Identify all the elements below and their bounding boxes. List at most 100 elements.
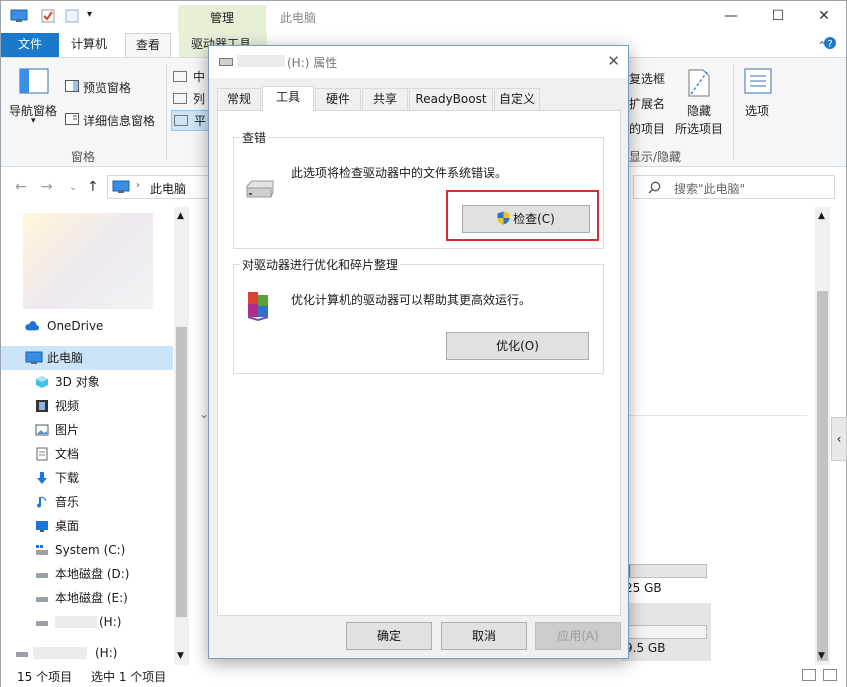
file-extensions-toggle[interactable]: 扩展名: [629, 95, 665, 112]
dialog-title: (H:) 属性: [287, 56, 338, 70]
nav-pane-dropdown-icon[interactable]: ▾: [31, 116, 36, 126]
qat-dropdown-icon[interactable]: ▾: [87, 9, 92, 23]
help-icon[interactable]: ?: [823, 35, 837, 59]
svg-text:?: ?: [827, 39, 832, 50]
details-view-icon[interactable]: [802, 669, 816, 681]
show-hide-group-label: 显示/隐藏: [629, 150, 682, 164]
nav-item-music[interactable]: 音乐: [1, 490, 173, 514]
layout-item-list[interactable]: 列: [173, 90, 205, 107]
hidden-items-toggle[interactable]: 的项目: [629, 120, 665, 137]
nav-item-documents[interactable]: 文档: [1, 442, 173, 466]
options-button[interactable]: 选项: [745, 102, 769, 119]
optimize-button[interactable]: 优化(O): [446, 332, 589, 360]
nav-pane-scrollbar[interactable]: ▲ ▼: [174, 207, 189, 665]
maximize-button[interactable]: ☐: [763, 5, 793, 27]
nav-item-label: 桌面: [55, 519, 80, 533]
nav-item-label: OneDrive: [47, 319, 104, 333]
tab-readyboost[interactable]: ReadyBoost: [409, 88, 493, 110]
selected-drive-tile[interactable]: 9.5 GB: [621, 603, 711, 661]
nav-item-local-disk-e[interactable]: 本地磁盘 (E:): [1, 586, 173, 610]
options-icon: [744, 68, 772, 94]
tab-file[interactable]: 文件: [1, 33, 59, 57]
dialog-close-button[interactable]: ✕: [607, 52, 620, 70]
music-note-icon: [37, 496, 47, 508]
breadcrumb-this-pc[interactable]: 此电脑: [150, 180, 186, 197]
scrollbar-thumb[interactable]: [817, 291, 828, 661]
tab-hardware[interactable]: 硬件: [315, 88, 361, 110]
apply-button[interactable]: 应用(A): [535, 622, 621, 650]
details-pane-button[interactable]: 详细信息窗格: [83, 112, 155, 129]
back-arrow-icon[interactable]: ←: [15, 179, 27, 195]
ribbon-divider: [166, 64, 167, 160]
search-box[interactable]: 搜索"此电脑": [633, 175, 835, 199]
scroll-up-icon[interactable]: ▲: [177, 211, 184, 221]
status-item-count: 15 个项目: [17, 670, 73, 684]
scrollbar-thumb[interactable]: [176, 327, 187, 617]
tab-computer[interactable]: 计算机: [61, 33, 117, 57]
breadcrumb-separator-icon[interactable]: ›: [136, 180, 140, 191]
preview-pane-button[interactable]: 预览窗格: [83, 79, 131, 96]
hard-drive-icon: [246, 180, 274, 198]
pane-group-label: 窗格: [71, 150, 96, 164]
large-icons-view-icon[interactable]: [823, 669, 837, 681]
manage-context-tab[interactable]: 管理: [178, 5, 266, 33]
optimize-group: 对驱动器进行优化和碎片整理 优化计算机的驱动器可以帮助其更高效运行。 优化(O): [233, 256, 604, 374]
layout-item-tiles[interactable]: 平: [171, 110, 210, 131]
drive-icon: [36, 573, 48, 578]
properties-checkmark-icon[interactable]: [41, 9, 55, 23]
ribbon-divider: [733, 64, 734, 160]
recent-locations-chevron-icon[interactable]: ⌄: [69, 182, 77, 193]
layout-item-medium[interactable]: 中: [173, 68, 205, 85]
scroll-up-icon[interactable]: ▲: [818, 211, 825, 221]
forward-arrow-icon[interactable]: →: [41, 179, 53, 195]
hide-selected-label-line2: 所选项目: [675, 122, 724, 136]
nav-item-label: 本地磁盘 (E:): [55, 591, 128, 605]
ok-button[interactable]: 确定: [346, 622, 432, 650]
up-arrow-icon[interactable]: ↑: [87, 179, 99, 195]
nav-item-label: 此电脑: [47, 351, 84, 365]
expand-pane-chevron-icon[interactable]: ‹: [831, 417, 847, 461]
nav-item-pictures[interactable]: 图片: [1, 418, 173, 442]
tab-customize[interactable]: 自定义: [494, 88, 540, 110]
nav-item-drive-h-2[interactable]: (H:): [1, 641, 173, 665]
nav-item-label: System (C:): [55, 543, 126, 557]
computer-icon: [112, 180, 130, 193]
nav-item-system-c[interactable]: System (C:): [1, 538, 173, 562]
explorer-window: ▾ 管理 此电脑 — ☐ ✕ 文件 计算机 查看 驱动器工具 ⌃ ? 导航窗格 …: [0, 0, 847, 687]
tab-view[interactable]: 查看: [125, 33, 172, 57]
item-checkboxes-toggle[interactable]: 复选框: [629, 70, 665, 87]
computer-icon: [25, 351, 43, 364]
close-button[interactable]: ✕: [809, 5, 839, 27]
layout-grid-icon: [173, 71, 187, 82]
scroll-down-icon[interactable]: ▼: [818, 651, 825, 661]
nav-item-desktop[interactable]: 桌面: [1, 514, 173, 538]
title-bar: ▾ 管理 此电脑 — ☐ ✕: [1, 1, 846, 33]
nav-item-drive-h[interactable]: (H:): [1, 610, 173, 634]
drive-icon: [16, 652, 28, 657]
navigation-pane: OneDrive 此电脑 3D 对象 视频 图片 文档 下载 音乐 桌面 Sys…: [1, 207, 191, 665]
nav-item-3d-objects[interactable]: 3D 对象: [1, 370, 173, 394]
nav-item-videos[interactable]: 视频: [1, 394, 173, 418]
new-folder-icon[interactable]: [65, 9, 79, 23]
details-pane-icon: [65, 113, 79, 125]
nav-item-this-pc[interactable]: 此电脑: [1, 346, 173, 370]
document-icon: [36, 447, 48, 461]
hide-selected-icon: [688, 69, 710, 97]
minimize-button[interactable]: —: [716, 5, 746, 27]
scroll-down-icon[interactable]: ▼: [177, 651, 184, 661]
nav-item-label: 3D 对象: [55, 375, 100, 389]
content-scrollbar[interactable]: ▲ ▼: [815, 207, 830, 665]
layout-list-icon: [173, 93, 187, 104]
computer-icon: [10, 9, 28, 22]
nav-item-label: (H:): [95, 646, 118, 660]
tab-tools[interactable]: 工具: [262, 86, 314, 111]
hide-selected-button[interactable]: 隐藏: [687, 102, 711, 119]
drive-usage-bar: [625, 564, 707, 578]
nav-item-onedrive[interactable]: OneDrive: [1, 314, 173, 338]
tab-general[interactable]: 常规: [217, 88, 261, 110]
blurred-volume-name: [33, 647, 87, 659]
nav-item-downloads[interactable]: 下载: [1, 466, 173, 490]
nav-item-local-disk-d[interactable]: 本地磁盘 (D:): [1, 562, 173, 586]
cancel-button[interactable]: 取消: [441, 622, 527, 650]
tab-sharing[interactable]: 共享: [362, 88, 408, 110]
